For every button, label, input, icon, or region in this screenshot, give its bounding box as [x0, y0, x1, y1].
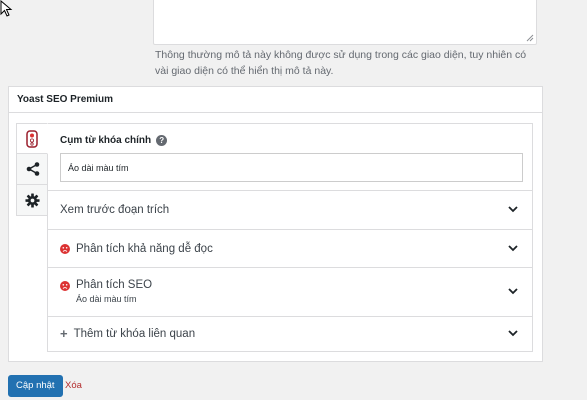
chevron-down-icon — [508, 206, 518, 213]
chevron-down-icon — [508, 330, 518, 337]
snippet-preview-title: Xem trước đoạn trích — [60, 204, 170, 216]
focus-keyphrase-input[interactable] — [60, 153, 523, 182]
resize-grip-icon[interactable] — [526, 34, 534, 42]
share-icon — [26, 162, 39, 176]
sad-face-icon — [60, 281, 70, 291]
related-keyphrase-toggle[interactable]: + Thêm từ khóa liên quan — [48, 317, 532, 351]
delete-link[interactable]: Xóa — [65, 380, 82, 391]
focus-keyphrase-label: Cụm từ khóa chính — [60, 135, 152, 146]
mouse-cursor-icon — [0, 0, 13, 17]
plus-icon: + — [60, 326, 68, 341]
seo-analysis-text: Phân tích SEO Áo dài màu tím — [76, 279, 152, 304]
yoast-metabox: Yoast SEO Premium Cụm từ khóa chính ? Áo… — [8, 86, 543, 362]
metabox-title[interactable]: Yoast SEO Premium — [9, 87, 542, 113]
help-icon[interactable]: ? — [156, 135, 168, 146]
sad-face-icon — [60, 243, 70, 254]
seo-analysis-toggle[interactable]: Phân tích SEO Áo dài màu tím — [48, 268, 532, 317]
tab-seo[interactable] — [16, 123, 48, 154]
chevron-down-icon — [508, 288, 518, 295]
description-textarea[interactable] — [153, 0, 537, 45]
tab-advanced[interactable] — [16, 185, 48, 216]
update-button[interactable]: Cập nhật — [8, 375, 63, 397]
seo-analysis-title: Phân tích SEO — [76, 279, 153, 291]
metabox-side-tabs — [16, 123, 48, 216]
snippet-preview-toggle[interactable]: Xem trước đoạn trích — [48, 191, 532, 230]
tab-social[interactable] — [16, 154, 48, 185]
yoast-content-panel: Cụm từ khóa chính ? Xem trước đoạn trích… — [47, 123, 533, 352]
readability-analysis-toggle[interactable]: Phân tích khả năng dễ đọc — [48, 230, 532, 268]
focus-keyphrase-label-row: Cụm từ khóa chính ? — [60, 135, 520, 146]
gear-icon — [25, 192, 40, 208]
seo-analysis-keyphrase: Áo dài màu tím — [76, 294, 137, 304]
focus-keyphrase-section: Cụm từ khóa chính ? — [48, 124, 532, 191]
readability-analysis-title: Phân tích khả năng dễ đọc — [76, 242, 213, 255]
traffic-light-icon — [26, 129, 38, 148]
related-keyphrase-title: Thêm từ khóa liên quan — [73, 328, 196, 340]
chevron-down-icon — [508, 244, 518, 251]
description-help-text: Thông thường mô tả này không được sử dụn… — [155, 49, 527, 77]
